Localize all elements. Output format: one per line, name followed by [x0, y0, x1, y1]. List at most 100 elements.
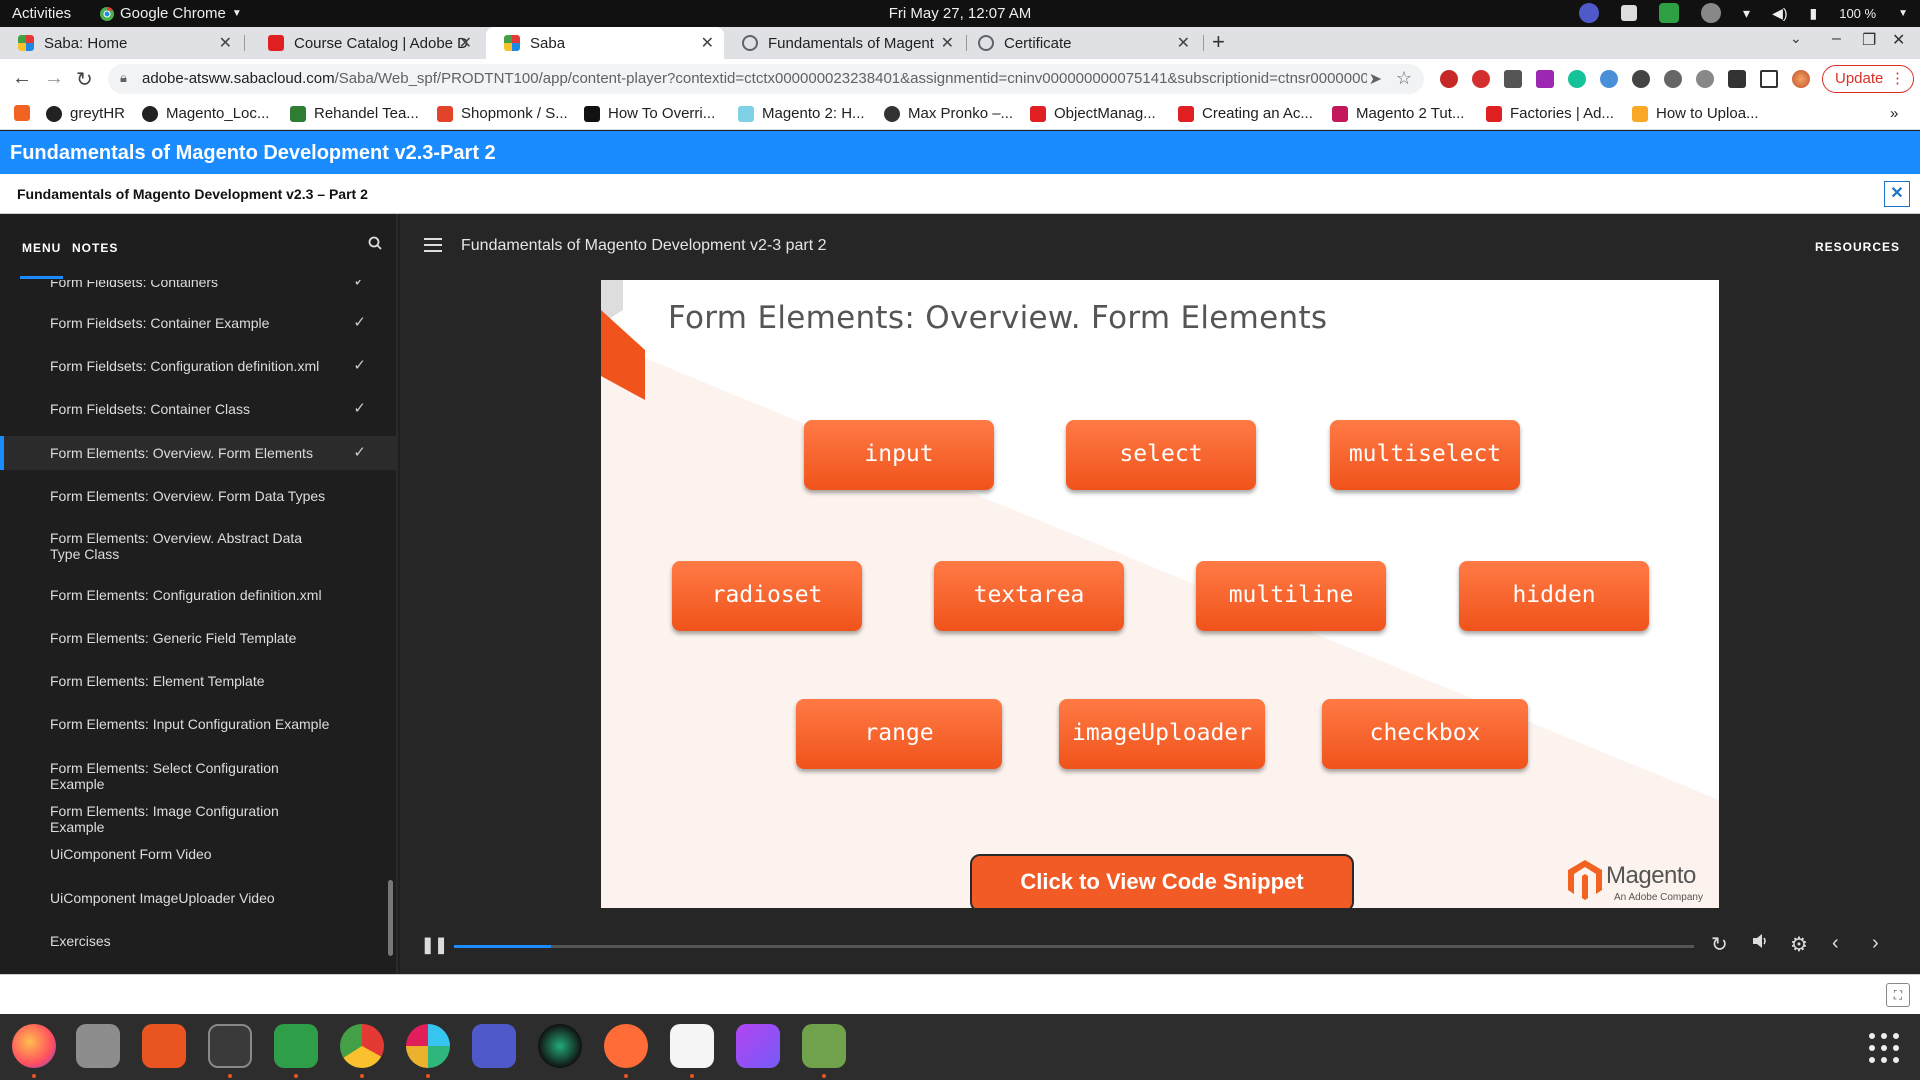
bookmark-shopmonk[interactable]: Shopmonk / S... [437, 105, 568, 122]
tab-menu[interactable]: MENU [22, 241, 61, 255]
fullscreen-icon[interactable]: ⛶ [1886, 983, 1910, 1007]
maximize-button[interactable]: ❐ [1862, 30, 1876, 50]
close-icon[interactable]: ✕ [1177, 33, 1190, 53]
menu-item[interactable]: Form Elements: Overview. Form Data Types [0, 488, 396, 504]
chrome-icon[interactable] [340, 1024, 384, 1068]
phpstorm-icon[interactable] [736, 1024, 780, 1068]
adblock-icon[interactable] [1472, 70, 1490, 88]
bookmark-greythr[interactable]: greytHR [46, 105, 125, 122]
menu-item[interactable]: Form Elements: Image Configuration Examp… [0, 803, 396, 835]
menu-item[interactable]: Form Elements: Overview. Abstract Data T… [0, 530, 396, 562]
bookmark-magento-loc[interactable]: Magento_Loc... [142, 105, 269, 122]
extension-icon[interactable] [1600, 70, 1618, 88]
menu-item[interactable]: UiComponent ImageUploader Video [0, 890, 396, 906]
show-applications-icon[interactable] [1866, 1030, 1902, 1066]
files-icon[interactable] [76, 1024, 120, 1068]
sidebar-scrollbar[interactable] [388, 880, 393, 956]
close-icon[interactable]: ✕ [701, 33, 714, 53]
globe-tray-icon[interactable] [1701, 3, 1722, 23]
tab-saba[interactable]: Saba ✕ [486, 27, 724, 59]
gear-icon[interactable] [1664, 70, 1682, 88]
extension-icon[interactable] [1440, 70, 1458, 88]
hamburger-menu-icon[interactable] [424, 238, 442, 257]
sidepanel-icon[interactable] [1760, 70, 1778, 88]
grammarly-icon[interactable] [1568, 70, 1586, 88]
bookmark-rehandel[interactable]: Rehandel Tea... [290, 105, 419, 122]
resources-button[interactable]: RESOURCES [1815, 240, 1900, 254]
bookmark-creating-an-ac[interactable]: Creating an Ac... [1178, 105, 1313, 122]
address-bar[interactable]: 🔒︎ adobe-atsww.sabacloud.com/Saba/Web_sp… [108, 64, 1424, 94]
back-arrow-icon[interactable]: ← [12, 67, 32, 90]
menu-item[interactable]: Form Elements: Select Configuration Exam… [0, 760, 396, 792]
close-icon[interactable]: ✕ [219, 33, 232, 53]
wifi-icon[interactable]: ▾ [1743, 5, 1750, 22]
new-tab-button[interactable]: + [1212, 29, 1225, 55]
view-code-snippet-button[interactable]: Click to View Code Snippet [970, 854, 1354, 908]
replay-icon[interactable]: ↻ [1711, 932, 1728, 957]
firefox-icon[interactable] [12, 1024, 56, 1068]
extension-icon[interactable] [1536, 70, 1554, 88]
menu-item[interactable]: Form Elements: Element Template [0, 673, 396, 689]
menu-item[interactable]: Form Elements: Configuration definition.… [0, 587, 396, 603]
bookmark-max-pronko[interactable]: Max Pronko –... [884, 105, 1013, 122]
tab-saba-home[interactable]: Saba: Home ✕ [0, 27, 242, 59]
extension-icon[interactable] [1504, 70, 1522, 88]
postman-icon[interactable] [604, 1024, 648, 1068]
search-icon[interactable] [368, 236, 382, 255]
update-button[interactable]: Update ⋮ [1822, 65, 1914, 93]
volume-icon[interactable]: ◀) [1772, 5, 1787, 22]
puzzle-icon[interactable] [1728, 70, 1746, 88]
teams-icon[interactable] [472, 1024, 516, 1068]
menu-item[interactable]: Form Fieldsets: Containers ✓ [0, 280, 396, 290]
next-slide-icon[interactable]: › [1872, 932, 1879, 955]
extension-icon[interactable] [1696, 70, 1714, 88]
menu-item[interactable]: Form Elements: Generic Field Template [0, 630, 396, 646]
minimize-button[interactable]: – [1832, 30, 1841, 48]
battery-icon[interactable]: ▮ [1810, 5, 1818, 22]
menu-item[interactable]: Form Elements: Overview. Form Elements ✓ [0, 436, 396, 470]
pause-icon[interactable]: ❚❚ [421, 935, 448, 955]
close-player-button[interactable]: ✕ [1884, 181, 1910, 207]
menu-item[interactable]: Exercises [0, 933, 396, 949]
tab-search-icon[interactable]: ⌄ [1790, 30, 1802, 47]
menu-item[interactable]: Form Fieldsets: Container Class ✓ [0, 401, 396, 418]
slack-icon[interactable] [406, 1024, 450, 1068]
bookmark-objectmanag[interactable]: ObjectManag... [1030, 105, 1156, 122]
menu-item[interactable]: Form Fieldsets: Configuration definition… [0, 358, 396, 375]
extension-icon[interactable] [1632, 70, 1650, 88]
app-menu[interactable]: Google Chrome ▼ [100, 5, 242, 22]
send-tab-icon[interactable]: ➤ [1369, 69, 1382, 89]
volume-icon[interactable] [1751, 932, 1769, 956]
tab-fundamentals[interactable]: Fundamentals of Magent ✕ [724, 27, 964, 59]
settings-gear-icon[interactable]: ⚙ [1790, 932, 1808, 957]
close-icon[interactable]: ✕ [941, 33, 954, 53]
screenshot-viewer-icon[interactable] [802, 1024, 846, 1068]
bookmark-magento2-tut[interactable]: Magento 2 Tut... [1332, 105, 1464, 122]
system-tray[interactable]: ▾ ◀) ▮ 100 % ▼ [1579, 3, 1908, 23]
teams-tray-icon[interactable] [1579, 3, 1600, 23]
bookmark-how-to-uploa[interactable]: How to Uploa... [1632, 105, 1759, 122]
forward-arrow-icon[interactable]: → [44, 67, 64, 90]
activities-button[interactable]: Activities [12, 5, 71, 22]
bookmark-how-to-overri[interactable]: How To Overri... [584, 105, 715, 122]
tab-certificate[interactable]: Certificate ✕ [960, 27, 1200, 59]
menu-item[interactable]: Form Fieldsets: Container Example ✓ [0, 315, 396, 332]
bookmark-factories[interactable]: Factories | Ad... [1486, 105, 1614, 122]
magento-bookmark-icon[interactable] [14, 105, 30, 121]
software-center-icon[interactable] [142, 1024, 186, 1068]
progress-bar[interactable] [454, 945, 1694, 948]
avatar[interactable] [1792, 70, 1810, 88]
menu-item[interactable]: UiComponent Form Video [0, 846, 396, 862]
previous-slide-icon[interactable]: ‹ [1832, 932, 1839, 955]
text-editor-icon[interactable] [670, 1024, 714, 1068]
reload-icon[interactable]: ↻ [76, 67, 93, 92]
lock-icon[interactable]: 🔒︎ [120, 70, 127, 86]
chat-tray-icon[interactable] [1659, 3, 1680, 23]
hangouts-chat-icon[interactable] [274, 1024, 318, 1068]
menu-item[interactable]: Form Elements: Input Configuration Examp… [0, 716, 396, 732]
slack-tray-icon[interactable] [1621, 5, 1638, 21]
close-window-button[interactable]: ✕ [1892, 30, 1905, 50]
tab-course-catalog[interactable]: Course Catalog | Adobe D ✕ [250, 27, 482, 59]
chevron-down-icon[interactable]: ▼ [1898, 8, 1908, 19]
tab-notes[interactable]: NOTES [72, 241, 118, 255]
